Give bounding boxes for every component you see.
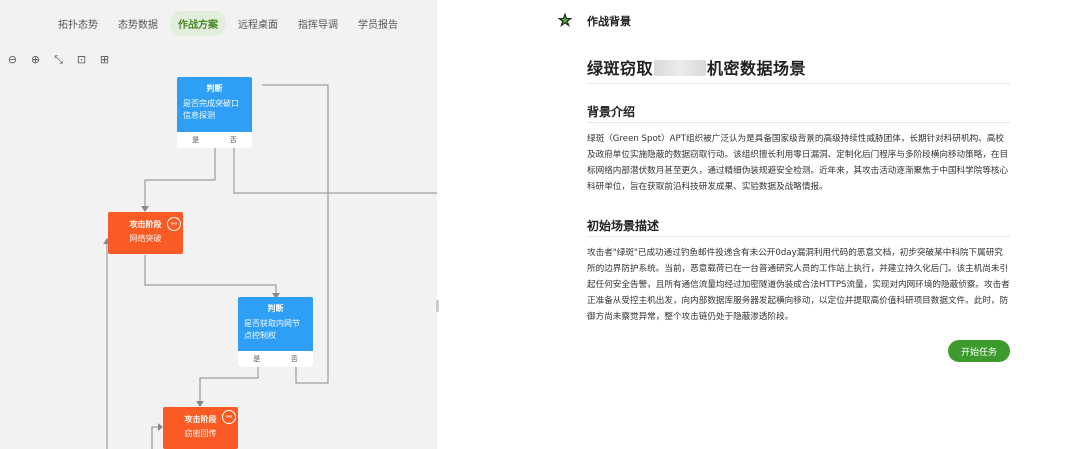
flow-node-judge-1[interactable]: 判断 是否完成突破口信息探测 是 否 — [177, 77, 252, 148]
connector-2 — [233, 148, 437, 194]
node-title: 判断 — [267, 304, 284, 313]
start-task-button[interactable]: 开始任务 — [948, 340, 1010, 362]
link-icon[interactable]: ⚯ — [222, 410, 236, 424]
scenario-title-part2: 机密数据场景 — [707, 59, 807, 78]
section-title-initial-scenario: 初始场景描述 — [587, 219, 660, 233]
flow-node-judge-2[interactable]: 判断 是否获取内网节点控制权 是 否 — [238, 297, 313, 367]
connector-1 — [144, 148, 216, 206]
initial-scenario-paragraph: 攻击者"绿斑"已成功通过钓鱼邮件投递含有未公开0day漏洞利用代码的恶意文档，初… — [587, 248, 1010, 322]
scenario-title-part1: 绿斑窃取 — [587, 59, 654, 78]
node-body: 是否完成突破口信息探测 — [183, 99, 239, 120]
link-icon[interactable]: ⚯ — [167, 217, 181, 231]
connector-4 — [199, 367, 259, 401]
divider — [587, 236, 1010, 237]
pane-resize-handle[interactable] — [436, 300, 439, 312]
flow-node-attack-1[interactable]: 攻击阶段 网络突破 ⚯ — [108, 212, 183, 254]
branch-no[interactable]: 否 — [215, 132, 253, 148]
branch-yes[interactable]: 是 — [177, 132, 215, 148]
branch-yes[interactable]: 是 — [238, 351, 276, 367]
node-title: 判断 — [206, 84, 223, 93]
background-paragraph: 绿斑（Green Spot）APT组织被广泛认为是具备国家级背景的高级持续性威胁… — [587, 134, 1009, 192]
section-title-background: 背景介绍 — [587, 105, 636, 119]
flow-node-attack-2[interactable]: 攻击阶段 窃密回传 ⚯ — [163, 407, 238, 449]
redacted-block — [654, 60, 707, 76]
scenario-title: 绿斑窃取 机密数据场景 — [587, 55, 806, 79]
node-body: 网络突破 — [129, 234, 162, 243]
flow-canvas[interactable]: 拓扑态势 态势数据 作战方案 远程桌面 指挥导调 学员报告 ⊖ ⊕ ⤡ ⊡ ⊞ — [0, 0, 437, 449]
divider — [587, 122, 1010, 123]
star-icon — [557, 12, 573, 27]
node-branches: 是 否 — [177, 132, 252, 148]
node-branches: 是 否 — [238, 351, 313, 367]
node-body: 窃密回传 — [184, 429, 217, 438]
branch-no[interactable]: 否 — [276, 351, 314, 367]
node-body: 是否获取内网节点控制权 — [244, 319, 300, 340]
panel-header: 作战背景 — [587, 15, 631, 28]
divider — [587, 83, 1010, 84]
flow-connectors — [103, 84, 437, 449]
connector-3 — [144, 255, 277, 293]
